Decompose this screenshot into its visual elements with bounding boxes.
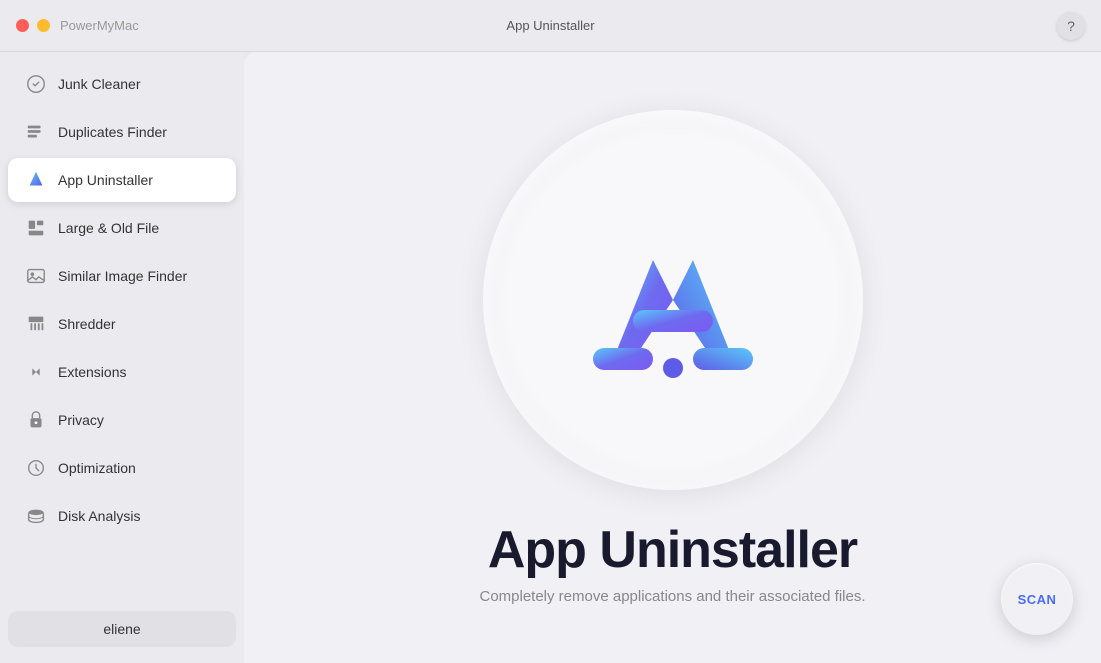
- sidebar-label-junk-cleaner: Junk Cleaner: [58, 76, 141, 92]
- sidebar-label-privacy: Privacy: [58, 412, 104, 428]
- window-title: App Uninstaller: [506, 18, 594, 33]
- titlebar: PowerMyMac App Uninstaller ?: [0, 0, 1101, 52]
- app-uninstaller-icon: [24, 168, 48, 192]
- sidebar-label-similar-image-finder: Similar Image Finder: [58, 268, 187, 284]
- sidebar-item-similar-image-finder[interactable]: Similar Image Finder: [8, 254, 236, 298]
- sidebar-item-app-uninstaller[interactable]: App Uninstaller: [8, 158, 236, 202]
- duplicates-finder-icon: [24, 120, 48, 144]
- scan-button-wrapper: SCAN: [1001, 563, 1073, 635]
- content-area: App Uninstaller Completely remove applic…: [244, 52, 1101, 663]
- junk-cleaner-icon: [24, 72, 48, 96]
- app-uninstaller-main-icon: [573, 200, 773, 400]
- large-old-file-icon: [24, 216, 48, 240]
- main-layout: Junk Cleaner Duplicates Finder: [0, 52, 1101, 663]
- user-button[interactable]: eliene: [8, 611, 236, 647]
- sidebar-item-privacy[interactable]: Privacy: [8, 398, 236, 442]
- minimize-button[interactable]: [37, 19, 50, 32]
- disk-analysis-icon: [24, 504, 48, 528]
- sidebar-item-disk-analysis[interactable]: Disk Analysis: [8, 494, 236, 538]
- help-button[interactable]: ?: [1057, 12, 1085, 40]
- user-section: eliene: [0, 603, 244, 655]
- sidebar-label-duplicates-finder: Duplicates Finder: [58, 124, 167, 140]
- sidebar-item-duplicates-finder[interactable]: Duplicates Finder: [8, 110, 236, 154]
- sidebar-item-large-old-file[interactable]: Large & Old File: [8, 206, 236, 250]
- sidebar-item-junk-cleaner[interactable]: Junk Cleaner: [8, 62, 236, 106]
- sidebar-label-app-uninstaller: App Uninstaller: [58, 172, 153, 188]
- sidebar-item-extensions[interactable]: Extensions: [8, 350, 236, 394]
- privacy-icon: [24, 408, 48, 432]
- sidebar-label-shredder: Shredder: [58, 316, 116, 332]
- sidebar-spacer: [0, 540, 244, 603]
- traffic-lights: [16, 19, 50, 32]
- extensions-icon: [24, 360, 48, 384]
- scan-button[interactable]: SCAN: [1001, 563, 1073, 635]
- sidebar-label-extensions: Extensions: [58, 364, 126, 380]
- similar-image-finder-icon: [24, 264, 48, 288]
- app-name: PowerMyMac: [60, 18, 139, 33]
- sidebar: Junk Cleaner Duplicates Finder: [0, 52, 244, 663]
- sidebar-item-optimization[interactable]: Optimization: [8, 446, 236, 490]
- sidebar-label-disk-analysis: Disk Analysis: [58, 508, 140, 524]
- shredder-icon: [24, 312, 48, 336]
- sidebar-label-large-old-file: Large & Old File: [58, 220, 159, 236]
- content-subtitle: Completely remove applications and their…: [479, 588, 865, 605]
- optimization-icon: [24, 456, 48, 480]
- close-button[interactable]: [16, 19, 29, 32]
- app-icon-backdrop: [483, 110, 863, 490]
- sidebar-item-shredder[interactable]: Shredder: [8, 302, 236, 346]
- content-title: App Uninstaller: [488, 520, 857, 580]
- sidebar-label-optimization: Optimization: [58, 460, 136, 476]
